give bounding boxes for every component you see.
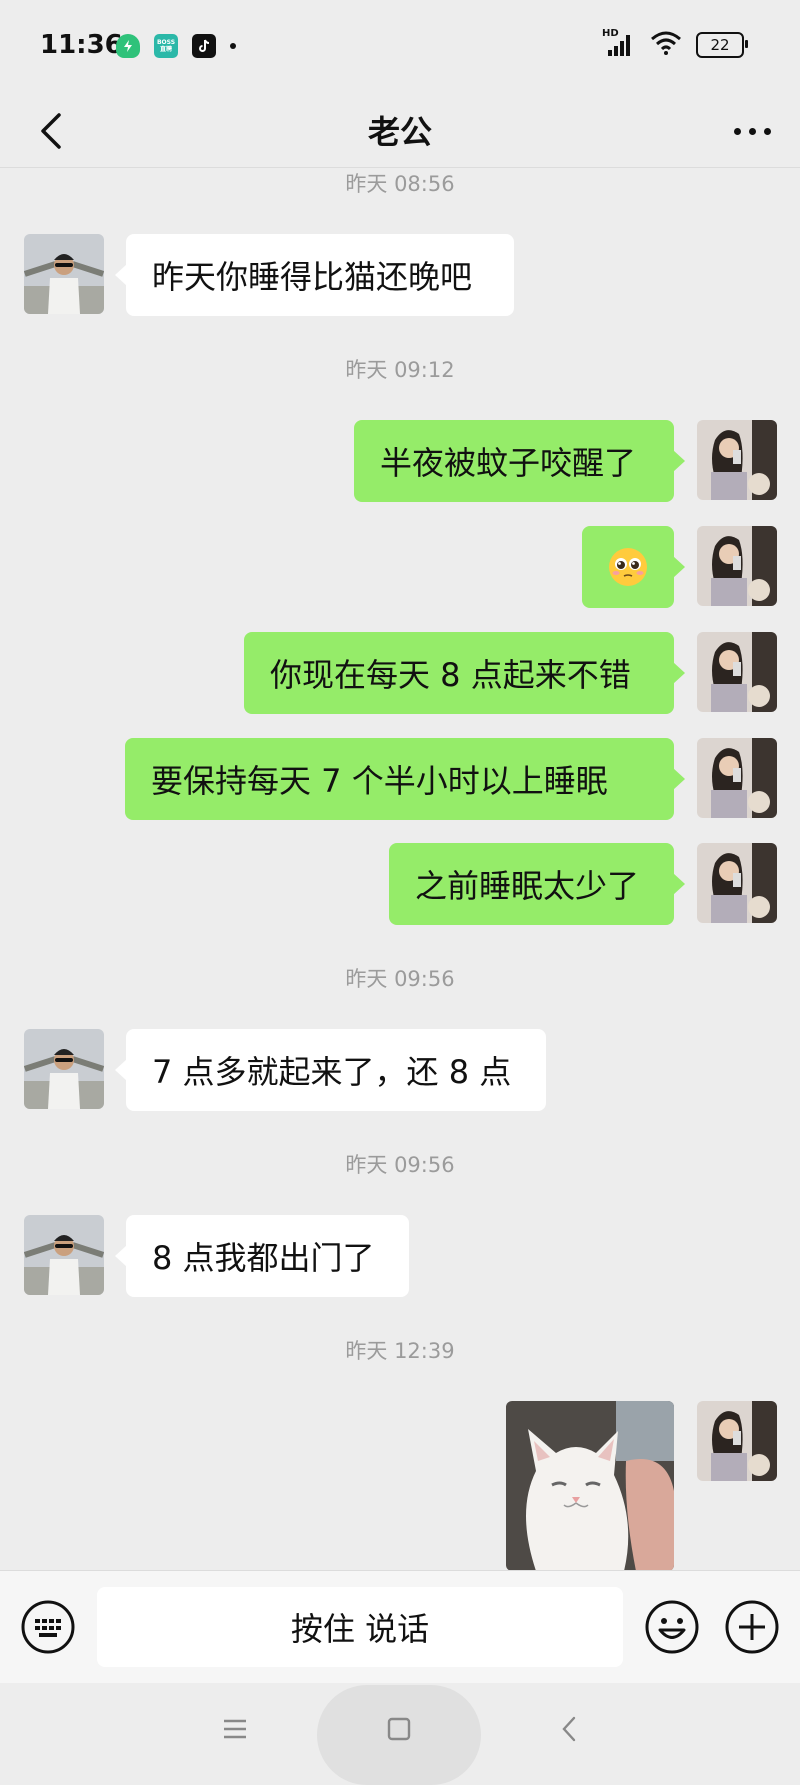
keyboard-icon [21, 1600, 75, 1654]
smiley-icon [645, 1600, 699, 1654]
recent-apps-button[interactable] [213, 1707, 257, 1751]
outgoing-image-message[interactable] [506, 1401, 674, 1570]
more-functions-button[interactable] [724, 1599, 780, 1655]
outgoing-message[interactable]: 你现在每天 8 点起来不错 [244, 632, 685, 714]
system-navigation-bar [0, 1683, 800, 1785]
man-photo-icon [24, 1215, 104, 1295]
menu-lines-icon [224, 1719, 246, 1739]
square-home-icon [387, 1717, 411, 1741]
status-time: 11:36 [40, 30, 123, 60]
contact-avatar[interactable] [24, 1029, 104, 1109]
message-timestamp: 昨天 09:56 [345, 1153, 455, 1177]
contact-avatar[interactable] [24, 1215, 104, 1295]
message-timestamp: 昨天 12:39 [345, 1339, 455, 1363]
battery-icon: 22 [696, 32, 748, 58]
incoming-message[interactable]: 昨天你睡得比猫还晚吧 [115, 234, 514, 316]
incoming-message[interactable]: 8 点我都出门了 [115, 1215, 409, 1297]
girl-photo-icon [697, 738, 777, 818]
pleading-face-icon [609, 548, 647, 586]
more-dot-icon [763, 127, 771, 135]
notification-icons: BOSS直聘 [116, 34, 236, 58]
outgoing-message[interactable]: 要保持每天 7 个半小时以上睡眠 [125, 738, 685, 820]
girl-photo-icon [697, 526, 777, 606]
status-right: HD 22 [602, 28, 748, 60]
signal-icon: HD [602, 28, 636, 58]
outgoing-message[interactable]: 半夜被蚊子咬醒了 [354, 420, 685, 502]
my-avatar[interactable] [697, 526, 777, 606]
my-avatar[interactable] [697, 1401, 777, 1481]
outgoing-emoji-message[interactable] [582, 526, 685, 608]
my-avatar[interactable] [697, 843, 777, 923]
message-timestamp: 昨天 09:12 [345, 358, 455, 382]
boss-app-icon: BOSS直聘 [154, 34, 178, 58]
incoming-message[interactable]: 7 点多就起来了，还 8 点 [115, 1029, 546, 1111]
message-list[interactable]: 昨天 08:56 昨天你睡得比猫还晚吧 昨天 09:12 半夜被蚊子咬醒了 你现… [0, 168, 800, 1570]
chat-header: 老公 [0, 95, 800, 168]
contact-avatar[interactable] [24, 234, 104, 314]
emoji-button[interactable] [644, 1599, 700, 1655]
chevron-left-icon [562, 1716, 576, 1742]
white-cat-photo [506, 1401, 674, 1570]
more-options-button[interactable] [722, 105, 782, 157]
message-timestamp: 昨天 09:56 [345, 967, 455, 991]
man-photo-icon [24, 234, 104, 314]
keyboard-toggle-button[interactable] [20, 1599, 76, 1655]
more-dot-icon [748, 127, 756, 135]
message-timestamp: 昨天 08:56 [345, 172, 455, 196]
my-avatar[interactable] [697, 632, 777, 712]
outgoing-message[interactable]: 之前睡眠太少了 [389, 843, 685, 925]
chat-title: 老公 [367, 113, 432, 151]
my-avatar[interactable] [697, 420, 777, 500]
my-avatar[interactable] [697, 738, 777, 818]
girl-photo-icon [697, 1401, 777, 1481]
man-photo-icon [24, 1029, 104, 1109]
input-bar: 按住 说话 [0, 1570, 800, 1683]
wifi-icon [650, 30, 682, 60]
girl-photo-icon [697, 632, 777, 712]
status-dot [230, 43, 236, 49]
tiktok-icon [192, 34, 216, 58]
system-back-button[interactable] [547, 1707, 591, 1751]
girl-photo-icon [697, 843, 777, 923]
more-dot-icon [733, 127, 741, 135]
plus-icon [725, 1600, 779, 1654]
home-button[interactable] [377, 1707, 421, 1751]
girl-photo-icon [697, 420, 777, 500]
hold-to-talk-button[interactable]: 按住 说话 [97, 1587, 623, 1667]
status-bar: 11:36 BOSS直聘 HD 22 [0, 0, 800, 95]
shield-icon [116, 34, 140, 58]
